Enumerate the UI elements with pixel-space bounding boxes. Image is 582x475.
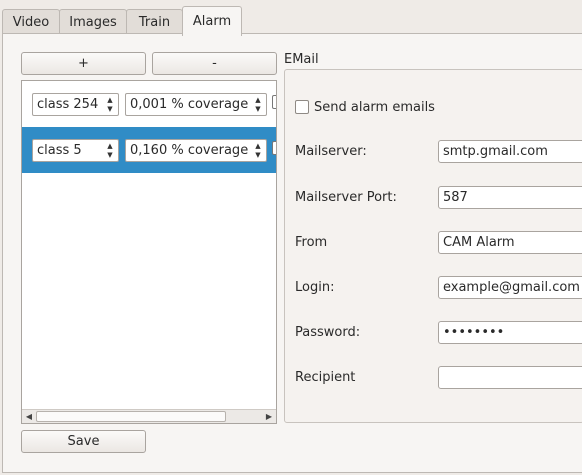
tab-train[interactable]: Train <box>126 9 183 35</box>
remove-alarm-button[interactable]: - <box>152 52 277 75</box>
list-item[interactable]: class 5 ▲ ▼ 0,160 % coverage ▲ ▼ <box>22 127 276 173</box>
password-label: Password: <box>295 325 361 340</box>
recipient-label: Recipient <box>295 370 356 385</box>
right-arrow-icon[interactable]: ▶ <box>262 410 276 423</box>
coverage-spinbox[interactable]: 0,001 % coverage ▲ ▼ <box>125 93 267 116</box>
port-value: 587 <box>443 190 468 205</box>
coverage-value: 0,001 % coverage <box>130 97 249 112</box>
tab-train-label: Train <box>138 15 171 30</box>
password-value: •••••••• <box>443 325 505 340</box>
from-label: From <box>295 235 328 250</box>
tab-alarm[interactable]: Alarm <box>182 6 242 36</box>
recipient-input[interactable] <box>438 366 582 389</box>
add-alarm-label: + <box>78 56 89 71</box>
mailserver-value: smtp.gmail.com <box>443 144 548 159</box>
scrollbar-thumb[interactable] <box>36 411 226 422</box>
spin-arrows-icon[interactable]: ▲ ▼ <box>102 140 118 161</box>
from-value: CAM Alarm <box>443 235 515 250</box>
horizontal-scrollbar[interactable]: ◀ ▶ <box>22 409 276 423</box>
tab-bar: Video Images Train Alarm <box>0 6 582 36</box>
from-input[interactable]: CAM Alarm <box>438 231 582 254</box>
tab-alarm-label: Alarm <box>192 14 232 29</box>
remove-alarm-label: - <box>212 56 217 71</box>
left-arrow-icon[interactable]: ◀ <box>22 410 36 423</box>
send-alarm-label: Send alarm emails <box>314 100 435 115</box>
send-alarm-checkbox[interactable] <box>295 100 309 114</box>
class-value: class 254 <box>37 97 99 112</box>
list-item[interactable]: class 254 ▲ ▼ 0,001 % coverage ▲ ▼ <box>22 81 276 127</box>
login-label: Login: <box>295 280 335 295</box>
add-alarm-button[interactable]: + <box>21 52 146 75</box>
row-checkbox[interactable] <box>272 141 276 155</box>
mailserver-label: Mailserver: <box>295 144 367 159</box>
class-spinbox[interactable]: class 254 ▲ ▼ <box>32 93 119 116</box>
email-group-title: EMail <box>284 52 319 67</box>
row-checkbox[interactable] <box>272 95 276 109</box>
spin-arrows-icon[interactable]: ▲ ▼ <box>250 94 266 115</box>
alarm-list[interactable]: class 254 ▲ ▼ 0,001 % coverage ▲ ▼ class 5… <box>21 80 277 424</box>
tab-video[interactable]: Video <box>2 9 60 35</box>
port-input[interactable]: 587 <box>438 186 582 209</box>
spin-arrows-icon[interactable]: ▲ ▼ <box>250 140 266 161</box>
tab-images[interactable]: Images <box>59 9 127 35</box>
class-value: class 5 <box>37 143 82 158</box>
login-value: example@gmail.com <box>443 280 580 295</box>
login-input[interactable]: example@gmail.com <box>438 276 582 299</box>
coverage-spinbox[interactable]: 0,160 % coverage ▲ ▼ <box>125 139 267 162</box>
coverage-value: 0,160 % coverage <box>130 143 249 158</box>
spin-arrows-icon[interactable]: ▲ ▼ <box>102 94 118 115</box>
password-input[interactable]: •••••••• <box>438 321 582 344</box>
tab-video-label: Video <box>12 15 50 30</box>
port-label: Mailserver Port: <box>295 190 397 205</box>
mailserver-input[interactable]: smtp.gmail.com <box>438 140 582 163</box>
class-spinbox[interactable]: class 5 ▲ ▼ <box>32 139 119 162</box>
save-label: Save <box>67 434 100 449</box>
tab-images-label: Images <box>69 15 117 30</box>
save-button[interactable]: Save <box>21 430 146 453</box>
